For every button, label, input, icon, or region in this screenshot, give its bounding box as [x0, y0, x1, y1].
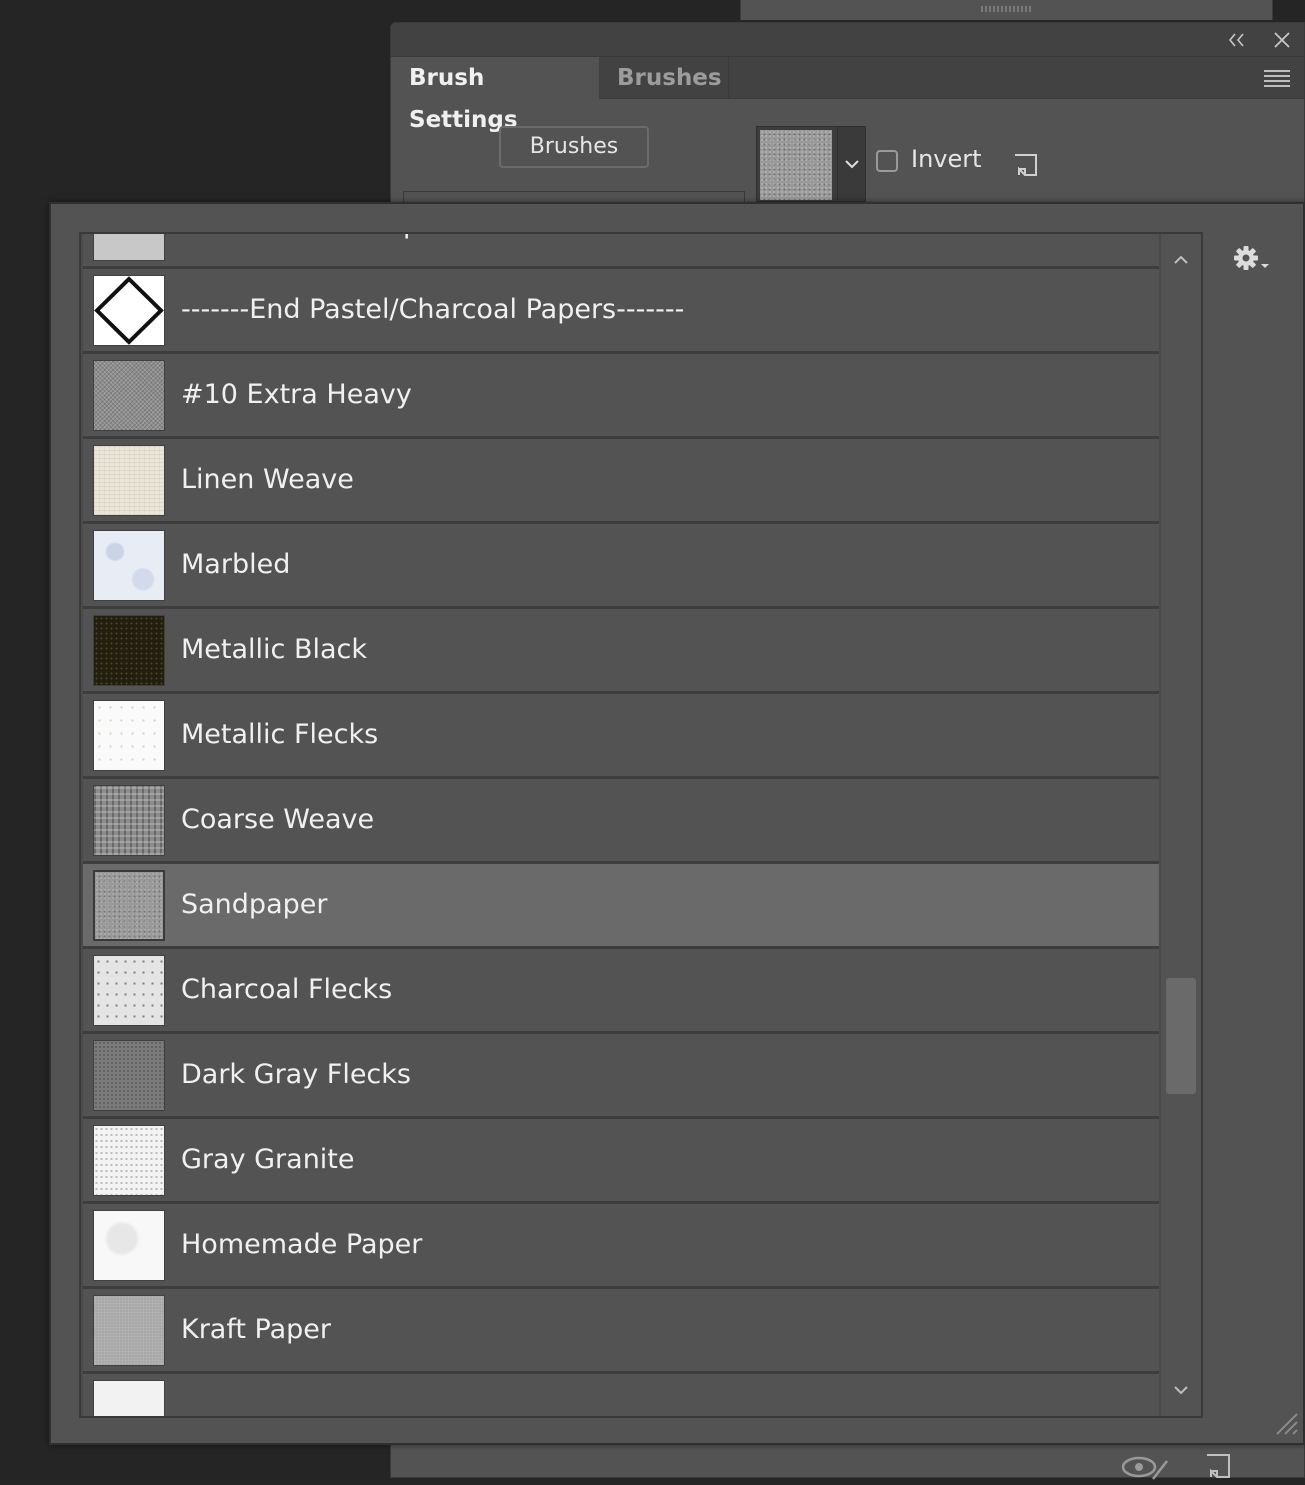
pattern-list-item[interactable]: Homemade Paper	[83, 1204, 1159, 1289]
new-preset-icon[interactable]	[1011, 151, 1041, 181]
panel-drag-handle[interactable]	[740, 0, 1273, 20]
pattern-list-item[interactable]: Linen Weave	[83, 439, 1159, 524]
scrollbar[interactable]	[1161, 234, 1201, 1416]
pattern-thumbnail	[93, 275, 165, 346]
pattern-list-item[interactable]: Metallic Flecks	[83, 694, 1159, 779]
pattern-list-item[interactable]	[83, 1374, 1159, 1416]
tab-brush-settings[interactable]: Brush Settings	[391, 57, 599, 133]
gear-icon[interactable]	[1231, 242, 1273, 276]
invert-checkbox[interactable]	[876, 150, 898, 172]
chevron-up-icon[interactable]	[1169, 248, 1193, 272]
double-chevron-left-icon[interactable]	[1225, 29, 1249, 51]
close-icon[interactable]	[1270, 29, 1294, 51]
panel-menu-icon[interactable]	[1264, 70, 1290, 87]
pattern-list-item[interactable]: -------End Pastel/Charcoal Papers-------	[83, 269, 1159, 354]
pattern-label: Gray Granite	[181, 1144, 355, 1175]
pattern-label: Kraft Paper	[181, 1314, 332, 1345]
pattern-list-items: UART Sanded Paper -------End Pastel/Charc…	[83, 234, 1159, 1416]
diamond-icon	[94, 276, 164, 345]
pattern-thumbnail	[93, 1040, 165, 1111]
pattern-thumbnail	[93, 955, 165, 1026]
pattern-thumbnail	[93, 530, 165, 601]
pattern-list-item[interactable]: Kraft Paper	[83, 1289, 1159, 1374]
pattern-list-item[interactable]: UART Sanded Paper	[83, 234, 1159, 269]
pattern-label: Dark Gray Flecks	[181, 1059, 411, 1090]
pattern-label: Charcoal Flecks	[181, 974, 393, 1005]
resize-grip-icon[interactable]	[1273, 1410, 1299, 1436]
chevron-down-icon[interactable]	[1169, 1378, 1193, 1402]
texture-swatch[interactable]	[760, 130, 832, 200]
tab-bar: Brush Settings Brushes	[391, 57, 1304, 133]
pattern-thumbnail	[93, 700, 165, 771]
invert-label: Invert	[911, 145, 982, 173]
brushes-button[interactable]: Brushes	[499, 126, 649, 168]
pattern-thumbnail	[93, 234, 165, 261]
pattern-label: Marbled	[181, 549, 291, 580]
pattern-label: -------End Pastel/Charcoal Papers-------	[181, 294, 685, 325]
pattern-thumbnail	[93, 1295, 165, 1366]
pattern-list-item[interactable]: Gray Granite	[83, 1119, 1159, 1204]
pattern-picker-popup: UART Sanded Paper -------End Pastel/Charc…	[49, 202, 1305, 1445]
pattern-list: UART Sanded Paper -------End Pastel/Charc…	[79, 232, 1203, 1418]
pattern-thumbnail	[93, 870, 165, 941]
texture-picker[interactable]	[756, 126, 866, 202]
pattern-label: Sandpaper	[181, 889, 328, 920]
pattern-list-viewport[interactable]: UART Sanded Paper -------End Pastel/Charc…	[81, 234, 1161, 1416]
tab-brushes[interactable]: Brushes	[599, 57, 729, 99]
pattern-label: Metallic Black	[181, 634, 368, 665]
pattern-label: Linen Weave	[181, 464, 354, 495]
pattern-list-item[interactable]: #10 Extra Heavy	[83, 354, 1159, 439]
pattern-thumbnail	[93, 1210, 165, 1281]
pattern-thumbnail	[93, 445, 165, 516]
pattern-thumbnail	[93, 785, 165, 856]
pattern-thumbnail	[93, 360, 165, 431]
pattern-thumbnail	[93, 615, 165, 686]
pattern-thumbnail	[93, 1380, 165, 1416]
pattern-label: Homemade Paper	[181, 1229, 423, 1260]
panel-title-bar	[391, 23, 1304, 57]
pattern-list-item[interactable]: Dark Gray Flecks	[83, 1034, 1159, 1119]
pattern-list-item[interactable]: Charcoal Flecks	[83, 949, 1159, 1034]
new-brush-icon[interactable]	[1203, 1451, 1235, 1481]
grip-icon	[981, 6, 1031, 12]
pattern-label: #10 Extra Heavy	[181, 379, 412, 410]
scroll-thumb[interactable]	[1166, 978, 1196, 1094]
pattern-thumbnail	[93, 1125, 165, 1196]
pattern-label: Metallic Flecks	[181, 719, 379, 750]
pattern-label: UART Sanded Paper	[181, 234, 448, 266]
pattern-list-item[interactable]: Metallic Black	[83, 609, 1159, 694]
pattern-list-item[interactable]: Sandpaper	[83, 864, 1159, 949]
pattern-list-item[interactable]: Coarse Weave	[83, 779, 1159, 864]
eye-icon[interactable]	[1121, 1451, 1171, 1481]
pattern-label: Coarse Weave	[181, 804, 375, 835]
chevron-down-icon[interactable]	[837, 127, 865, 201]
pattern-list-item[interactable]: Marbled	[83, 524, 1159, 609]
